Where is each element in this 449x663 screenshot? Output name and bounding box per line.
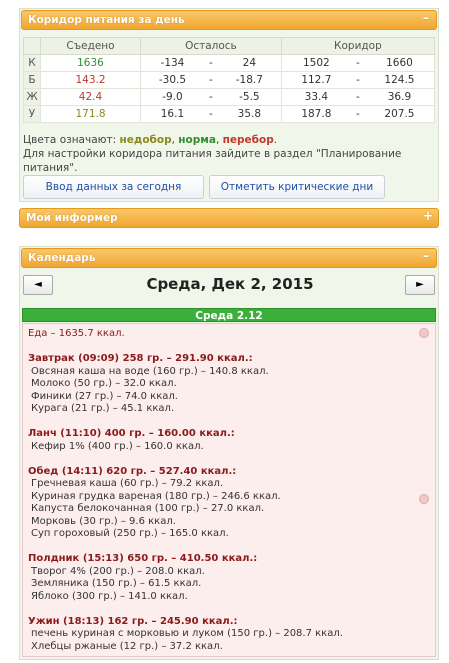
table-header-eaten: Съедено	[40, 37, 141, 55]
day-total: Еда – 1635.7 ккал.	[28, 328, 125, 339]
collapse-icon[interactable]: –	[420, 250, 432, 264]
arrow-right-icon: ►	[416, 279, 424, 290]
row-key: К	[23, 54, 41, 72]
list-item: печень куриная с морковью и луком (150 г…	[31, 628, 343, 639]
meal-title: Ланч (11:10) 400 гр. – 160.00 ккал.:	[28, 428, 235, 439]
edit-icon[interactable]	[419, 494, 429, 504]
arrow-left-icon: ◄	[34, 279, 42, 290]
eaten-value: 143.2	[40, 71, 141, 89]
informer-panel-title: Мой информер	[26, 212, 118, 224]
eaten-value: 42.4	[40, 88, 141, 106]
corridor-min: 1502	[280, 54, 351, 72]
colors-prefix: Цвета означают:	[23, 134, 120, 146]
left-max: 35.8	[217, 105, 282, 123]
left-max: -18.7	[217, 71, 282, 89]
input-today-button[interactable]: Ввод данных за сегодня	[23, 175, 204, 199]
calendar-panel-title: Календарь	[28, 252, 96, 264]
legend-over: перебор	[222, 134, 274, 146]
dash: -	[350, 54, 365, 72]
meal-block: Ужин (18:13) 162 гр. – 245.90 ккал.: печ…	[28, 616, 435, 654]
dash: -	[350, 71, 365, 89]
day-label: Среда 2.12	[22, 308, 436, 322]
left-min: -30.5	[139, 71, 204, 89]
row-key: Ж	[23, 88, 41, 106]
corridor-legend: Цвета означают: недобор, норма, перебор.…	[23, 133, 435, 175]
dash: -	[203, 54, 218, 72]
colors-suffix: .	[273, 134, 278, 146]
left-min: 16.1	[139, 105, 204, 123]
row-key: У	[23, 105, 41, 123]
list-item: Морковь (30 гр.) – 9.6 ккал.	[31, 515, 176, 527]
table-row: Б 143.2 -30.5 - -18.7 112.7 - 124.5	[23, 71, 435, 89]
eaten-value: 171.8	[40, 105, 141, 123]
meal-block: Обед (14:11) 620 гр. – 527.40 ккал.: Гре…	[28, 466, 435, 541]
table-header-corridor: Коридор	[280, 37, 436, 55]
corridor-max: 207.5	[364, 105, 435, 123]
calendar-panel-header[interactable]: Календарь –	[21, 248, 437, 268]
calendar-date: Среда, Дек 2, 2015	[146, 275, 314, 293]
meal-title: Ужин (18:13) 162 гр. – 245.90 ккал.:	[28, 615, 238, 627]
meal-title: Завтрак (09:09) 258 гр. – 291.90 ккал.:	[28, 353, 253, 364]
list-item: Финики (27 гр.) – 74.0 ккал.	[31, 390, 178, 402]
corridor-table: Съедено Осталось Коридор К 1636 -134 - 2…	[23, 37, 436, 123]
corridor-min: 33.4	[280, 88, 351, 106]
meal-block: Завтрак (09:09) 258 гр. – 291.90 ккал.: …	[28, 353, 435, 416]
corridor-panel-header[interactable]: Коридор питания за день –	[21, 10, 437, 30]
table-row: У 171.8 16.1 - 35.8 187.8 - 207.5	[23, 105, 435, 123]
list-item: Курага (21 гр.) – 45.1 ккал.	[31, 403, 175, 414]
corridor-min: 112.7	[280, 71, 351, 89]
corridor-min: 187.8	[280, 105, 351, 123]
list-item: Творог 4% (200 гр.) – 208.0 ккал.	[31, 565, 205, 577]
list-item: Земляника (150 гр.) – 61.5 ккал.	[31, 578, 202, 589]
list-item: Капуста белокочанная (100 гр.) – 27.0 кк…	[31, 503, 265, 514]
left-max: -5.5	[217, 88, 282, 106]
planning-hint: Для настройки коридора питания зайдите в…	[23, 148, 402, 174]
edit-icon[interactable]	[419, 328, 429, 338]
next-day-button[interactable]: ►	[405, 275, 435, 295]
list-item: Яблоко (300 гр.) – 141.0 ккал.	[31, 590, 188, 602]
corridor-table-header: Съедено Осталось Коридор	[23, 37, 436, 55]
day-food-log: Еда – 1635.7 ккал. Завтрак (09:09) 258 г…	[22, 323, 436, 657]
corridor-panel: Коридор питания за день – Съедено Остало…	[19, 8, 439, 202]
eaten-value: 1636	[40, 54, 141, 72]
corridor-max: 1660	[364, 54, 435, 72]
informer-panel: Мой информер +	[19, 208, 439, 230]
calendar-panel: Календарь – ◄ Среда, Дек 2, 2015 ► Среда…	[19, 246, 439, 660]
legend-norm: норма	[178, 134, 216, 146]
row-key: Б	[23, 71, 41, 89]
left-min: -9.0	[139, 88, 204, 106]
expand-icon[interactable]: +	[422, 210, 434, 224]
meal-title: Полдник (15:13) 650 гр. – 410.50 ккал.:	[28, 553, 258, 564]
table-header-empty	[23, 37, 41, 55]
mark-critical-days-button[interactable]: Отметить критические дни	[209, 175, 385, 199]
list-item: Гречневая каша (60 гр.) – 79.2 ккал.	[31, 478, 224, 489]
left-max: 24	[217, 54, 282, 72]
corridor-max: 36.9	[364, 88, 435, 106]
dash: -	[203, 71, 218, 89]
list-item: Овсяная каша на воде (160 гр.) – 140.8 к…	[31, 365, 269, 377]
table-row: Ж 42.4 -9.0 - -5.5 33.4 - 36.9	[23, 88, 435, 106]
table-row: К 1636 -134 - 24 1502 - 1660	[23, 54, 435, 72]
list-item: Кефир 1% (400 гр.) – 160.0 ккал.	[31, 440, 204, 452]
legend-under: недобор	[119, 134, 172, 146]
prev-day-button[interactable]: ◄	[23, 275, 53, 295]
corridor-max: 124.5	[364, 71, 435, 89]
dash: -	[203, 88, 218, 106]
meal-block: Ланч (11:10) 400 гр. – 160.00 ккал.: Кеф…	[28, 428, 435, 453]
list-item: Хлебцы ржаные (12 гр.) – 37.2 ккал.	[31, 640, 223, 652]
colors-legend: Цвета означают: недобор, норма, перебор.	[23, 134, 278, 146]
informer-panel-header[interactable]: Мой информер +	[19, 208, 439, 228]
corridor-panel-title: Коридор питания за день	[28, 14, 185, 26]
list-item: Суп гороховый (250 гр.) – 165.0 ккал.	[31, 528, 229, 539]
list-item: Куриная грудка вареная (180 гр.) – 246.6…	[31, 490, 281, 502]
meal-block: Полдник (15:13) 650 гр. – 410.50 ккал.: …	[28, 553, 435, 603]
table-header-left: Осталось	[140, 37, 282, 55]
dash: -	[203, 105, 218, 123]
dash: -	[350, 105, 365, 123]
list-item: Молоко (50 гр.) – 32.0 ккал.	[31, 378, 177, 389]
meal-title: Обед (14:11) 620 гр. – 527.40 ккал.:	[28, 465, 237, 477]
dash: -	[350, 88, 365, 106]
left-min: -134	[139, 54, 204, 72]
collapse-icon[interactable]: –	[420, 12, 432, 26]
